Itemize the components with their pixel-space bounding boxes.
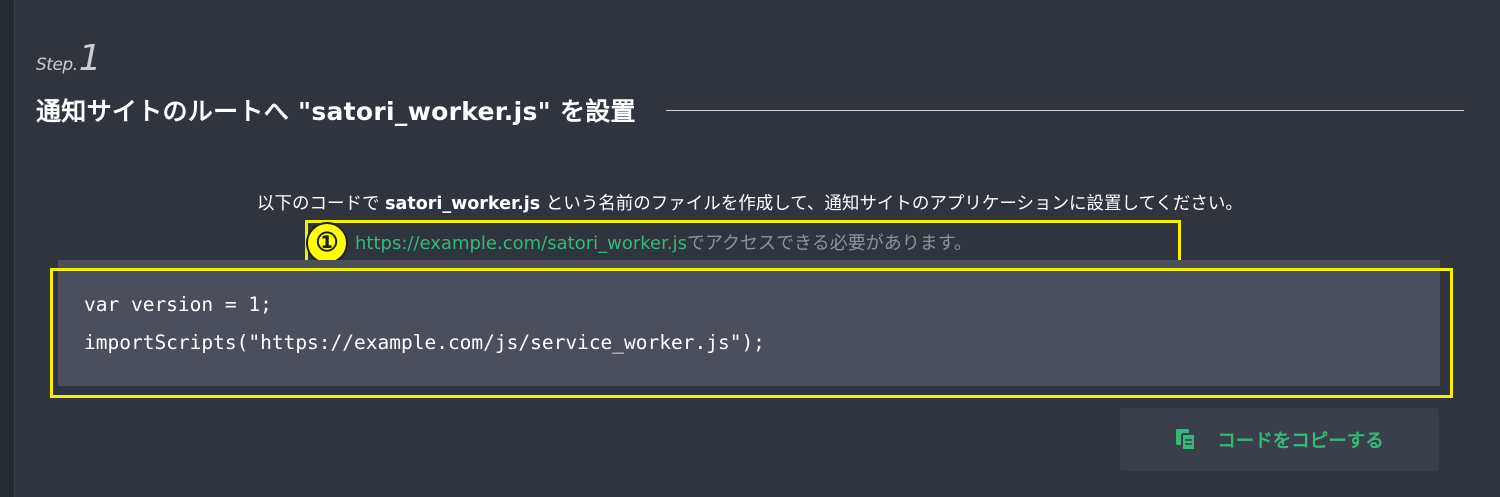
step-label-word: Step. bbox=[36, 55, 78, 75]
step-label: Step.1 bbox=[36, 38, 102, 79]
annotation-marker: ① bbox=[306, 222, 348, 264]
instruction-text-before: 以下のコードで bbox=[257, 194, 386, 214]
copy-code-button-label: コードをコピーする bbox=[1217, 430, 1384, 452]
heading-divider bbox=[665, 109, 1464, 111]
instruction-filename: satori_worker.js bbox=[385, 194, 541, 214]
copy-code-button[interactable]: コードをコピーする bbox=[1120, 408, 1439, 471]
instruction-text-after: という名前のファイルを作成して、通知サイトのアプリケーションに設置してください。 bbox=[540, 194, 1243, 214]
copy-icon bbox=[1176, 428, 1197, 451]
step-heading-row: 通知サイトのルートへ "satori_worker.js" を設置 bbox=[36, 92, 1464, 128]
step-heading: 通知サイトのルートへ "satori_worker.js" を設置 bbox=[36, 97, 636, 126]
instruction-text: 以下のコードで satori_worker.js という名前のファイルを作成して… bbox=[0, 190, 1500, 215]
step-label-number: 1 bbox=[78, 38, 102, 79]
annotation-highlight-code bbox=[50, 268, 1453, 398]
